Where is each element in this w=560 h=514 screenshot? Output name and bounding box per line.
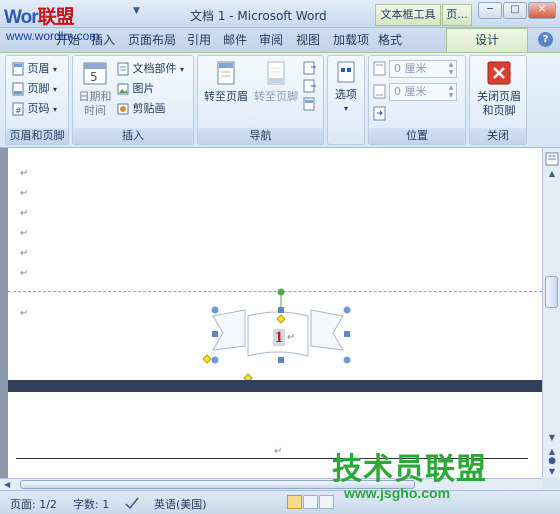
group-position: 0 厘米 ▲ ▼ 0 厘米 ▲ ▼ 位置 (368, 55, 466, 145)
tab-insert[interactable]: 插入 (91, 31, 115, 48)
picture-icon (117, 83, 129, 95)
print-layout-view-icon[interactable] (287, 495, 302, 509)
options-icon (337, 61, 355, 83)
group-label-position: 位置 (369, 128, 465, 144)
tab-view[interactable]: 视图 (296, 31, 320, 48)
footer-bottom-spinner[interactable]: 0 厘米 ▲ ▼ (389, 83, 457, 101)
scrollbar-thumb[interactable] (545, 276, 558, 308)
group-insert: 5 日期和 时间 文档部件 ▾ 图片 剪贴画 插入 (72, 55, 194, 145)
help-icon[interactable]: ? (538, 32, 553, 47)
date-time-button[interactable]: 5 日期和 时间 (77, 60, 113, 118)
page-1[interactable]: ↵ ↵ ↵ ↵ ↵ ↵ ↵ 1 ↵ (8, 148, 542, 383)
title-bar: Wor联盟 ▼ 文档 1 - Microsoft Word 文本框工具 页...… (0, 0, 560, 28)
tab-design[interactable]: 设计 (446, 28, 528, 53)
next-page-icon[interactable]: ▼ (546, 466, 558, 477)
goto-header-button[interactable]: 转至页眉 (202, 60, 250, 104)
status-bar: 页面: 1/2 字数: 1 英语(美国) (0, 490, 560, 514)
watermark-url-bottom: www.jsgho.com (344, 485, 451, 501)
paragraph-mark: ↵ (20, 308, 29, 319)
page-number-button[interactable]: # 页码 ▾ (12, 100, 57, 116)
nav-small-icons[interactable] (302, 60, 318, 116)
group-options: 选项 ▾ (327, 55, 365, 145)
paragraph-mark: ↵ (20, 188, 29, 199)
tab-format[interactable]: 格式 (378, 31, 402, 48)
goto-footer-button[interactable]: 转至页脚 (252, 60, 300, 104)
paragraph-mark: ↵ (287, 332, 296, 343)
group-label-insert: 插入 (73, 128, 193, 144)
paragraph-mark: ↵ (20, 248, 29, 259)
group-close: 关闭页眉 和页脚 关闭 (469, 55, 527, 145)
page-number-field[interactable]: 1 (273, 329, 285, 346)
header-button[interactable]: 页眉 ▾ (12, 60, 57, 76)
scroll-down-arrow-icon[interactable]: ▼ (546, 432, 558, 443)
group-header-footer: 页眉 ▾ 页脚 ▾ # 页码 ▾ 页眉和页脚 (5, 55, 69, 145)
full-screen-reading-view-icon[interactable] (303, 495, 318, 509)
ruler-toggle-icon[interactable] (545, 152, 559, 166)
calendar-icon: 5 (83, 62, 107, 85)
quick-access-dropdown-icon[interactable]: ▼ (133, 6, 140, 16)
options-button[interactable]: 选项 ▾ (330, 60, 362, 116)
status-language[interactable]: 英语(美国) (154, 496, 207, 512)
clip-art-icon (117, 103, 129, 115)
vertical-scrollbar[interactable]: ▲ ▼ ▲ ● ▼ (542, 148, 560, 478)
paragraph-mark: ↵ (274, 446, 283, 457)
paragraph-mark: ↵ (20, 268, 29, 279)
context-tab-header-footer-tools[interactable]: 页... (442, 4, 472, 26)
banner-shape[interactable]: 1 ↵ (202, 288, 353, 383)
tab-home[interactable]: 开始 (56, 31, 80, 48)
clip-art-button[interactable]: 剪贴画 (117, 100, 166, 116)
quick-parts-icon (117, 62, 129, 76)
quick-parts-button[interactable]: 文档部件 ▾ (117, 60, 184, 76)
group-label-navigation: 导航 (198, 128, 323, 144)
paragraph-mark: ↵ (20, 228, 29, 239)
watermark-brand: 技术员联盟 (332, 452, 487, 487)
close-window-button[interactable]: ✕ (528, 2, 556, 19)
header-top-spinner[interactable]: 0 厘米 ▲ ▼ (389, 60, 457, 78)
goto-header-icon (217, 61, 235, 85)
tab-addins[interactable]: 加载项 (333, 31, 369, 48)
svg-text:5: 5 (90, 70, 98, 84)
group-label-header-footer: 页眉和页脚 (6, 128, 68, 144)
group-navigation: 转至页眉 转至页脚 导航 (197, 55, 324, 145)
tab-page-layout[interactable]: 页面布局 (128, 31, 176, 48)
group-label-close: 关闭 (470, 128, 526, 144)
header-icon (12, 62, 24, 76)
insert-alignment-tab-icon[interactable] (373, 106, 387, 122)
goto-footer-icon (267, 61, 285, 85)
minimize-button[interactable]: ─ (478, 2, 502, 19)
scroll-left-arrow-icon[interactable]: ◀ (4, 480, 10, 489)
tab-mailings[interactable]: 邮件 (223, 31, 247, 48)
header-top-icon (373, 61, 386, 76)
footer-bottom-icon (373, 84, 386, 99)
picture-button[interactable]: 图片 (117, 80, 155, 96)
footer-button[interactable]: 页脚 ▾ (12, 80, 57, 96)
status-word-count[interactable]: 字数: 1 (73, 496, 109, 512)
paragraph-mark: ↵ (20, 208, 29, 219)
close-header-footer-button[interactable]: 关闭页眉 和页脚 (472, 60, 526, 118)
scroll-up-arrow-icon[interactable]: ▲ (546, 168, 558, 179)
svg-text:#: # (15, 106, 22, 115)
web-layout-view-icon[interactable] (319, 495, 334, 509)
page-separator (8, 380, 542, 392)
maximize-button[interactable]: □ (503, 2, 527, 19)
close-red-icon (487, 61, 511, 85)
logo: Wor联盟 (4, 7, 75, 28)
page-number-icon: # (12, 102, 24, 116)
footer-icon (12, 82, 24, 96)
context-tab-textbox-tools[interactable]: 文本框工具 (375, 4, 441, 26)
tab-review[interactable]: 审阅 (259, 31, 283, 48)
paragraph-mark: ↵ (20, 168, 29, 179)
proofing-check-icon[interactable] (124, 496, 140, 510)
watermark-url-top: www.wordlm.com (6, 29, 100, 43)
status-page[interactable]: 页面: 1/2 (10, 496, 57, 512)
tab-references[interactable]: 引用 (187, 31, 211, 48)
document-area[interactable]: ↵ ↵ ↵ ↵ ↵ ↵ ↵ 1 ↵ ↵ (0, 148, 542, 478)
window-title: 文档 1 - Microsoft Word (190, 9, 327, 23)
